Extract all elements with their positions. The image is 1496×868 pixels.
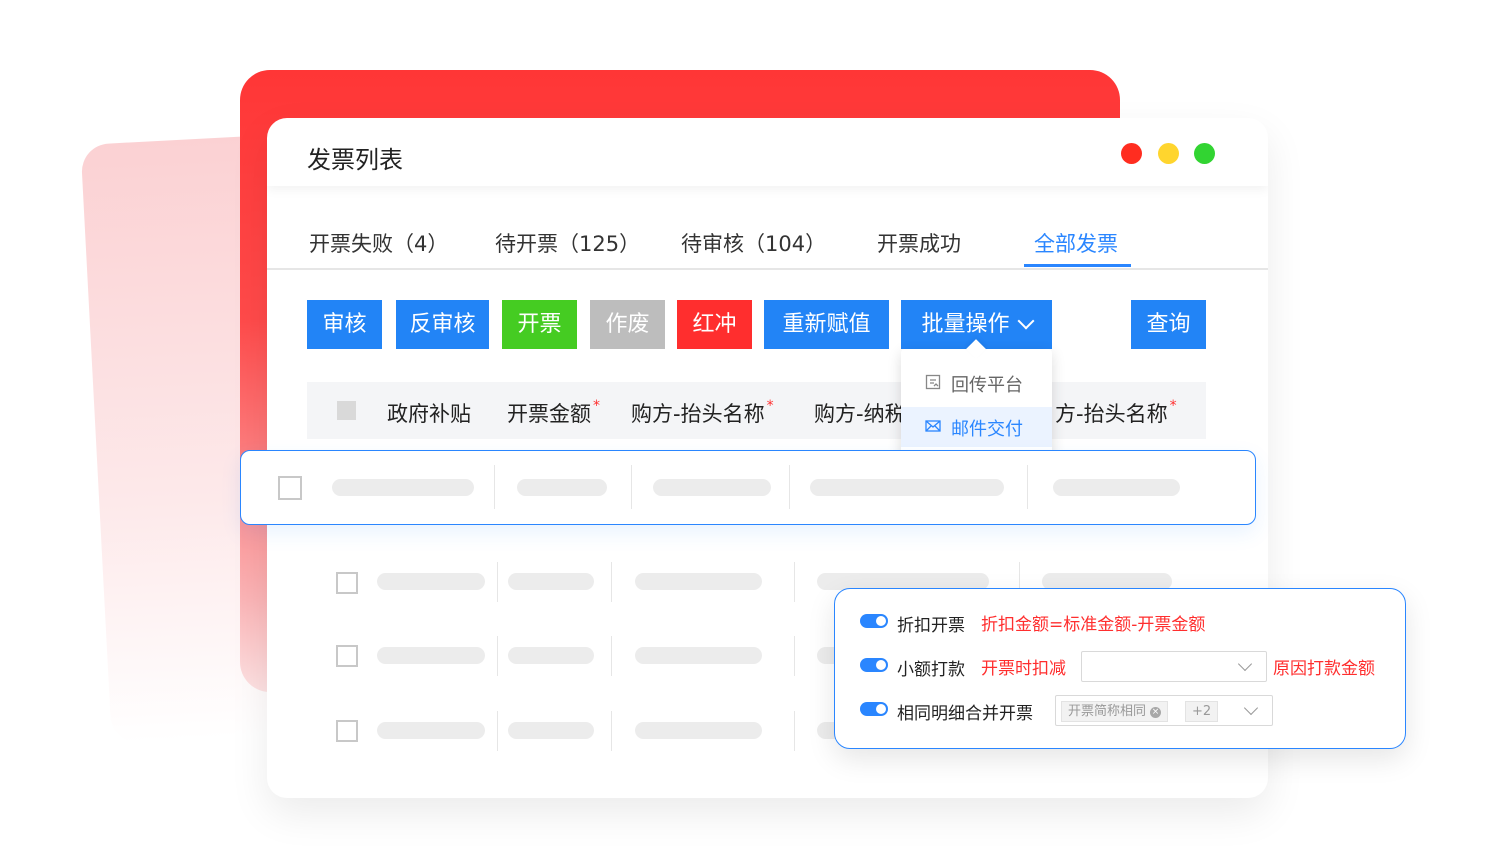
placeholder-cell bbox=[508, 647, 594, 664]
selected-tag: 开票简称相同 × bbox=[1061, 701, 1169, 722]
status-tabs: 开票失败（4） 待开票（125） 待审核（104） 开票成功 全部发票 bbox=[267, 214, 1268, 270]
close-dot[interactable] bbox=[1121, 143, 1142, 164]
column-header: 开票金额 * bbox=[507, 398, 600, 426]
title-bar: 发票列表 bbox=[267, 118, 1268, 186]
tab-all-invoices[interactable]: 全部发票 bbox=[1034, 228, 1118, 258]
placeholder-cell bbox=[508, 573, 594, 590]
merge-label: 相同明细合并开票 bbox=[897, 704, 1033, 724]
row-checkbox[interactable] bbox=[278, 476, 302, 500]
column-divider bbox=[497, 636, 498, 676]
red-flush-button[interactable]: 红冲 bbox=[677, 300, 752, 349]
discount-label: 折扣开票 bbox=[897, 616, 965, 636]
menu-item-upload-platform[interactable]: 回传平台 bbox=[901, 363, 1052, 403]
merge-rule-select[interactable]: 开票简称相同 × +2 bbox=[1055, 695, 1273, 726]
column-divider bbox=[497, 711, 498, 751]
placeholder-cell bbox=[1053, 479, 1180, 496]
tab-issue-failed[interactable]: 开票失败（4） bbox=[309, 228, 448, 258]
placeholder-cell bbox=[635, 647, 762, 664]
column-divider bbox=[631, 465, 632, 509]
tab-pending-audit[interactable]: 待审核（104） bbox=[681, 228, 826, 258]
active-tab-indicator bbox=[1024, 264, 1131, 267]
discount-formula: 折扣金额=标准金额-开票金额 bbox=[981, 615, 1206, 635]
unaudit-button[interactable]: 反审核 bbox=[396, 300, 489, 349]
placeholder-cell bbox=[508, 722, 594, 739]
batch-operation-label: 批量操作 bbox=[921, 312, 1010, 337]
column-divider bbox=[794, 636, 795, 676]
column-divider bbox=[789, 465, 790, 509]
menu-item-email-delivery[interactable]: 邮件交付 bbox=[901, 407, 1052, 447]
selected-table-row[interactable] bbox=[240, 450, 1256, 525]
small-payment-note: 原因打款金额 bbox=[1273, 659, 1375, 679]
column-header: 方-抬头名称 * bbox=[1055, 398, 1177, 426]
table-header: 政府补贴 开票金额 * 购方-抬头名称 * 购方-纳税 方-抬头名称 * bbox=[307, 382, 1206, 439]
placeholder-cell bbox=[377, 722, 485, 739]
minimize-dot[interactable] bbox=[1158, 143, 1179, 164]
column-divider bbox=[611, 636, 612, 676]
tag-remove-icon[interactable]: × bbox=[1150, 707, 1162, 718]
invoice-settings-panel: 折扣开票 折扣金额=标准金额-开票金额 小额打款 开票时扣减 原因打款金额 相同… bbox=[834, 588, 1406, 749]
placeholder-cell bbox=[332, 479, 474, 496]
placeholder-cell bbox=[517, 479, 607, 496]
small-payment-label: 小额打款 bbox=[897, 660, 965, 680]
chevron-down-icon bbox=[1017, 312, 1034, 330]
placeholder-cell bbox=[653, 479, 771, 496]
small-payment-toggle[interactable] bbox=[860, 658, 888, 672]
more-tags-count: +2 bbox=[1185, 701, 1219, 722]
placeholder-cell bbox=[635, 722, 762, 739]
small-payment-hint: 开票时扣减 bbox=[981, 659, 1066, 679]
column-divider bbox=[611, 562, 612, 602]
menu-item-label: 回传平台 bbox=[951, 375, 1023, 396]
issue-invoice-button[interactable]: 开票 bbox=[502, 300, 577, 349]
select-all-checkbox[interactable] bbox=[337, 401, 356, 420]
column-divider bbox=[1027, 465, 1028, 509]
row-checkbox[interactable] bbox=[336, 572, 358, 594]
row-checkbox[interactable] bbox=[336, 645, 358, 667]
discount-toggle[interactable] bbox=[860, 614, 888, 628]
maximize-dot[interactable] bbox=[1194, 143, 1215, 164]
column-header: 购方-抬头名称 * bbox=[631, 398, 774, 426]
column-header: 政府补贴 bbox=[387, 402, 471, 426]
audit-button[interactable]: 审核 bbox=[307, 300, 382, 349]
upload-platform-icon bbox=[925, 374, 941, 390]
column-divider bbox=[794, 562, 795, 602]
chevron-down-icon bbox=[1243, 700, 1259, 716]
tab-pending-issue[interactable]: 待开票（125） bbox=[495, 228, 640, 258]
small-payment-select[interactable] bbox=[1081, 651, 1267, 682]
placeholder-cell bbox=[377, 573, 485, 590]
column-divider bbox=[494, 465, 495, 509]
chevron-down-icon bbox=[1237, 656, 1253, 672]
void-button[interactable]: 作废 bbox=[590, 300, 665, 349]
column-divider bbox=[611, 711, 612, 751]
batch-operation-menu: 回传平台 邮件交付 bbox=[901, 339, 1052, 459]
placeholder-cell bbox=[635, 573, 762, 590]
tab-issue-success[interactable]: 开票成功 bbox=[877, 228, 961, 258]
reassign-button[interactable]: 重新赋值 bbox=[764, 300, 889, 349]
mail-icon bbox=[925, 420, 941, 432]
column-divider bbox=[794, 711, 795, 751]
menu-item-label: 邮件交付 bbox=[951, 419, 1023, 440]
row-checkbox[interactable] bbox=[336, 720, 358, 742]
window-title: 发票列表 bbox=[307, 146, 403, 174]
placeholder-cell bbox=[377, 647, 485, 664]
merge-toggle[interactable] bbox=[860, 702, 888, 716]
column-divider bbox=[497, 562, 498, 602]
query-button[interactable]: 查询 bbox=[1131, 300, 1206, 349]
column-header: 购方-纳税 bbox=[814, 402, 906, 426]
placeholder-cell bbox=[810, 479, 1004, 496]
